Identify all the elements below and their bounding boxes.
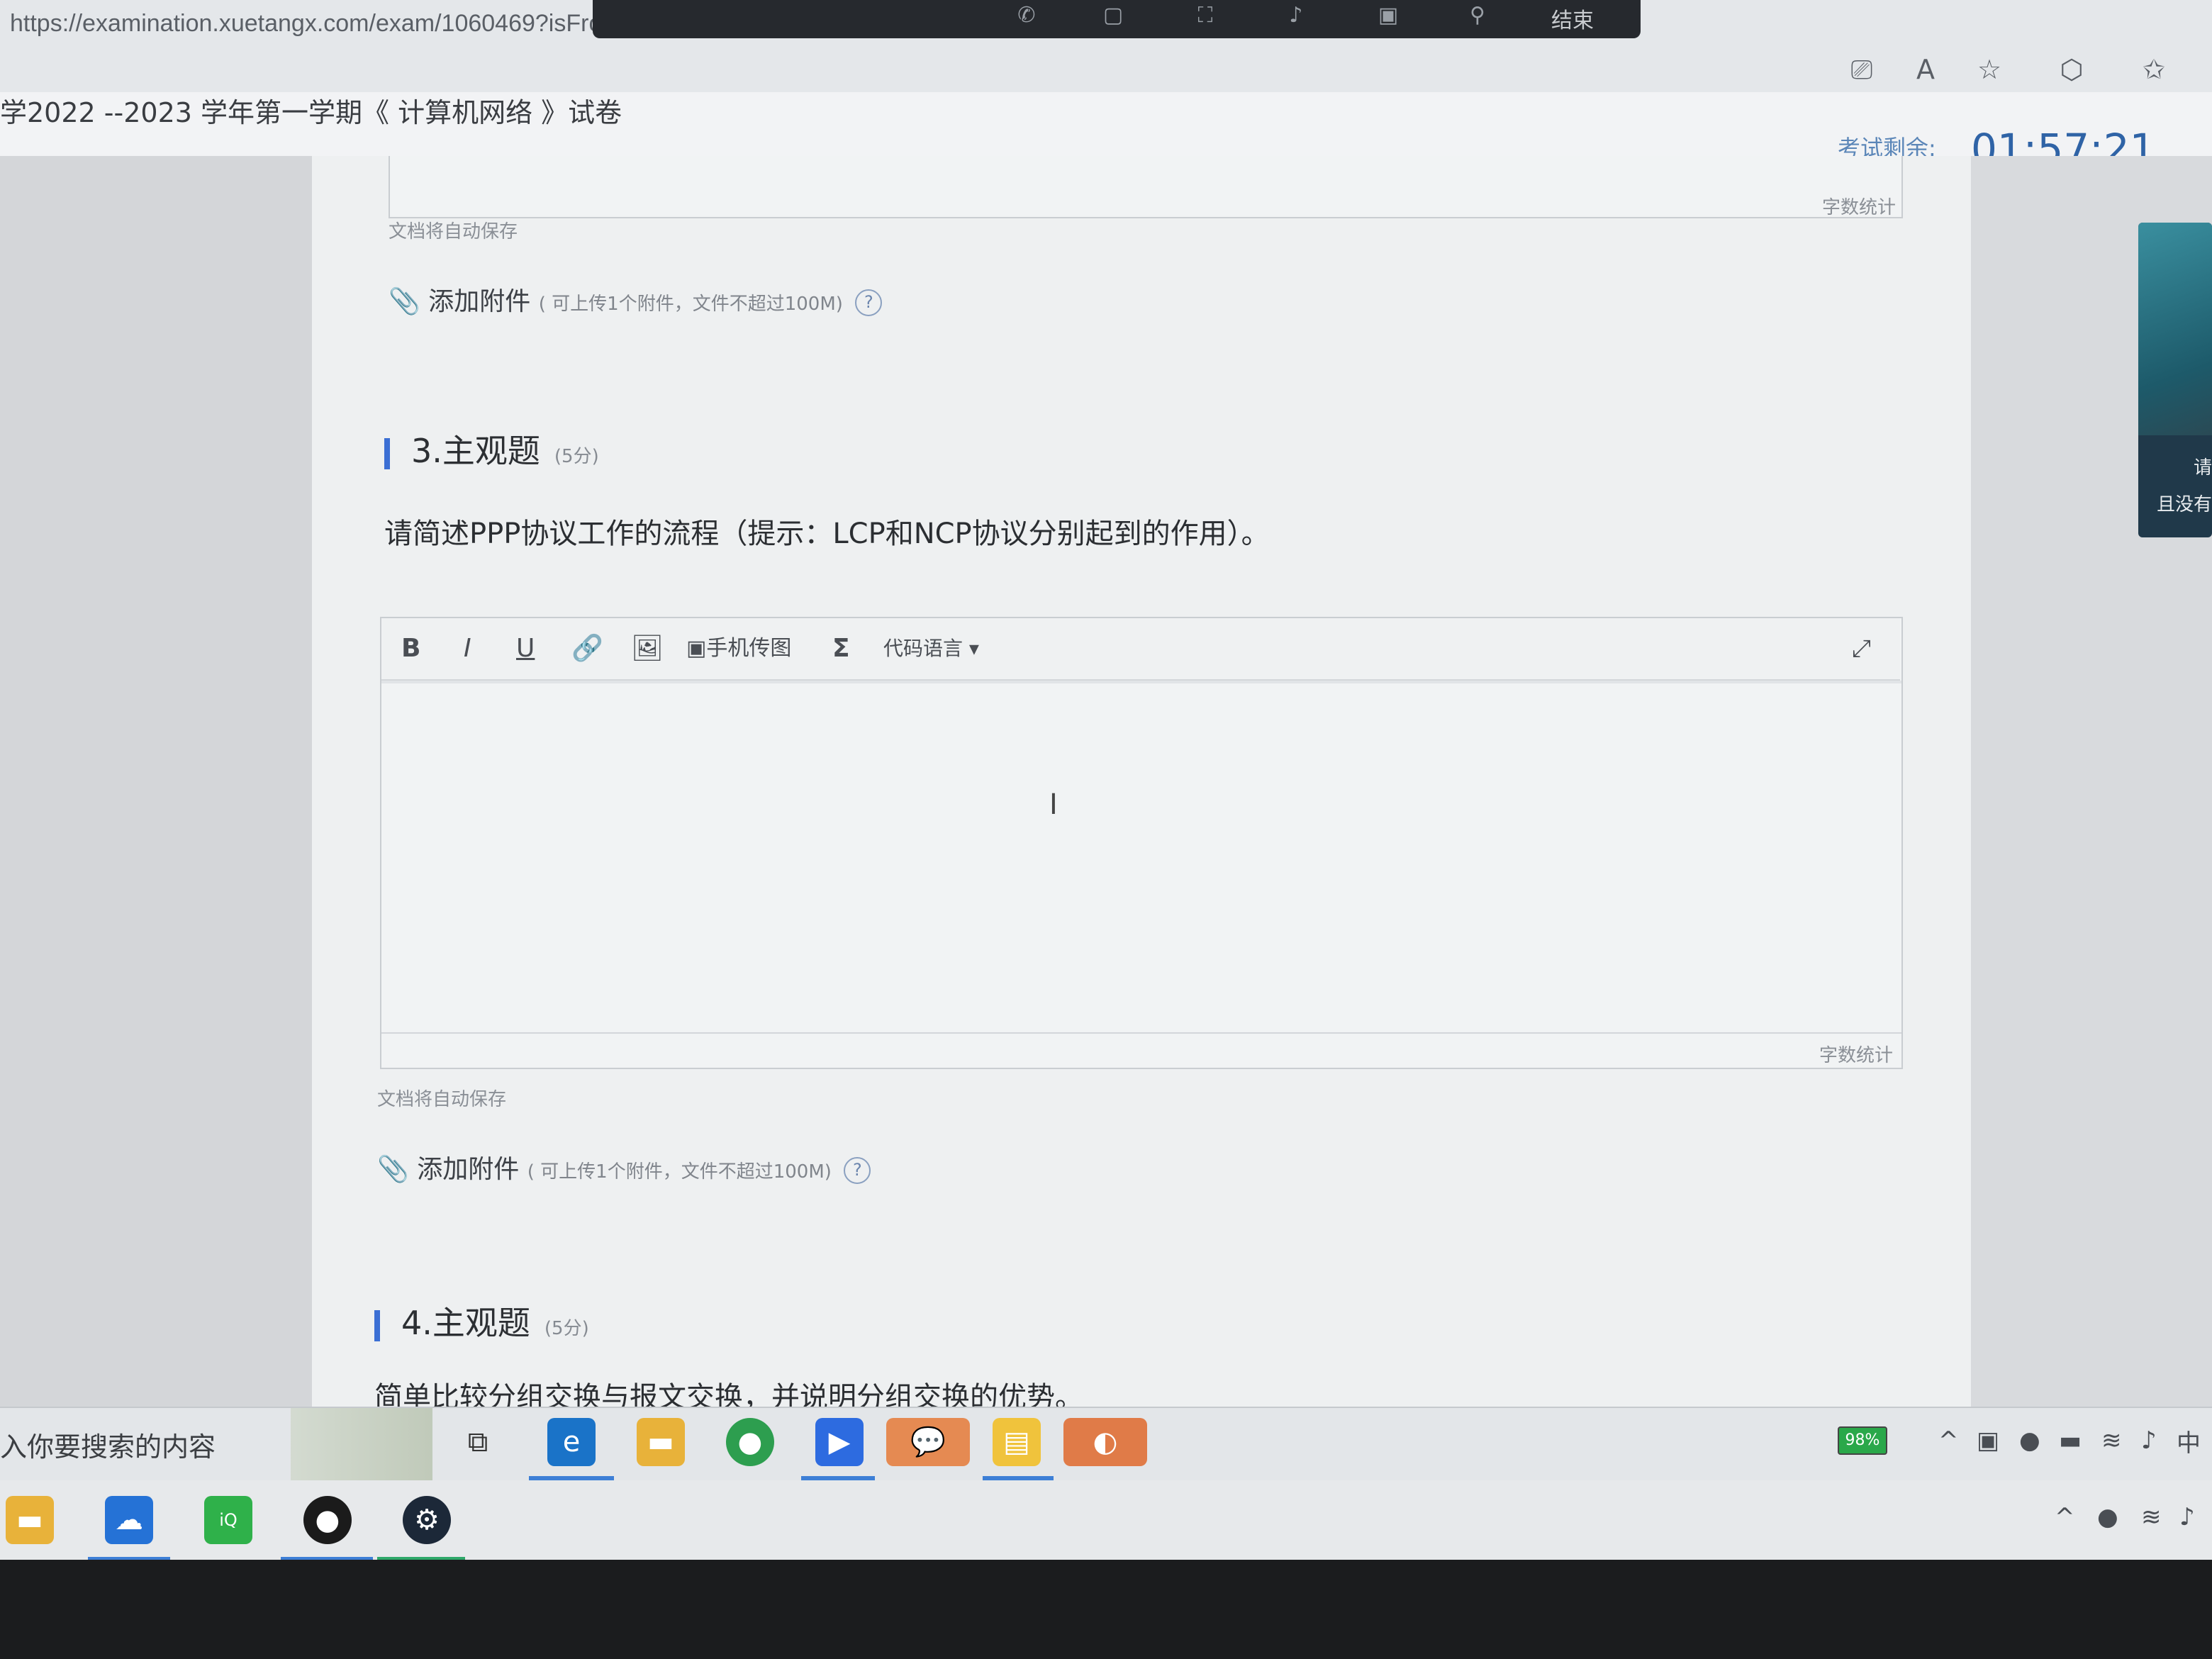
proctor-notice: 请 且没有 <box>2156 457 2212 515</box>
chevron-up-icon[interactable]: ^ <box>1938 1426 1959 1455</box>
autosave-note: 文档将自动保存 <box>389 221 518 242</box>
fullscreen-icon[interactable]: ⤢ <box>1852 618 1871 679</box>
volume-icon[interactable]: ♪ <box>2179 1503 2195 1531</box>
app-icon[interactable]: ◐ <box>1063 1418 1147 1466</box>
italic-button[interactable]: I <box>464 618 471 679</box>
wechat-icon[interactable]: 💬 <box>886 1418 970 1466</box>
file-explorer-icon[interactable]: ▬ <box>6 1496 54 1544</box>
favorite-add-icon[interactable]: ☆ <box>1971 51 2008 88</box>
edge-icon[interactable]: e <box>547 1418 596 1466</box>
camera-icon[interactable]: ⎚ <box>1843 51 1880 88</box>
add-attachment[interactable]: 📎 添加附件 ( 可上传1个附件，文件不超过100M) ? <box>377 1149 871 1185</box>
question-score: (5分) <box>554 446 599 467</box>
heading-bar <box>374 1309 380 1341</box>
question-score: (5分) <box>544 1318 589 1339</box>
network-icon[interactable]: ▣ <box>1977 1426 1999 1455</box>
left-panel <box>0 156 312 1411</box>
host-taskbar: ▬ ☁ iQ ● ⚙ ^ ● ≋ ♪ <box>0 1480 2212 1561</box>
help-icon[interactable]: ? <box>844 1157 871 1184</box>
read-aloud-icon[interactable]: A <box>1907 51 1944 88</box>
qq-icon[interactable]: ● <box>2097 1503 2118 1531</box>
paperclip-icon: 📎 <box>377 1155 409 1184</box>
add-attachment[interactable]: 📎 添加附件 ( 可上传1个附件，文件不超过100M) ? <box>389 281 883 318</box>
search-illustration <box>291 1408 432 1482</box>
end-button[interactable]: 结束 <box>1551 3 1594 34</box>
help-icon[interactable]: ? <box>855 289 883 316</box>
baidu-netdisk-icon[interactable]: ☁ <box>105 1496 153 1544</box>
file-explorer-icon[interactable]: ▬ <box>637 1418 685 1466</box>
question-3-editor[interactable]: 字数统计 I <box>380 617 1903 1069</box>
taskbar-search[interactable]: 入你要搜索的内容 <box>0 1425 216 1464</box>
notes-icon[interactable]: ▤ <box>993 1418 1041 1466</box>
phone-upload-button[interactable]: ▣手机传图 <box>686 618 791 679</box>
question-4-heading: 4.主观题 (5分) <box>374 1297 589 1344</box>
taskbar: 入你要搜索的内容 ⧉ e ▬ ● ▶ 💬 ▤ ◐ 98% ^ ▣ ● ▬ ≋ ♪… <box>0 1407 2212 1482</box>
text-cursor: I <box>1049 788 1058 821</box>
volume-icon[interactable]: ♪ <box>2141 1426 2157 1455</box>
word-count[interactable]: 字数统计 <box>1822 193 1896 219</box>
formula-button[interactable]: Σ <box>832 618 850 679</box>
camera-preview <box>2138 223 2212 435</box>
extensions-icon[interactable]: ⬡ <box>2053 51 2090 88</box>
prev-answer-editor[interactable]: 字数统计 <box>389 156 1903 218</box>
wifi-icon[interactable]: ≋ <box>2141 1503 2162 1531</box>
chrome-icon[interactable]: ● <box>726 1418 774 1466</box>
attach-label[interactable]: 添加附件 <box>417 1155 519 1184</box>
iqiyi-icon[interactable]: iQ <box>204 1496 252 1544</box>
phone-icon[interactable]: ✆ <box>1011 1 1042 33</box>
volume-icon[interactable]: ♪ <box>1280 1 1312 33</box>
link-icon[interactable]: 🔗 <box>571 618 603 679</box>
input-method[interactable]: 中 <box>2177 1424 2201 1458</box>
screenshot-icon[interactable]: ⛶ <box>1190 1 1221 33</box>
attach-hint: ( 可上传1个附件，文件不超过100M) <box>527 1161 832 1183</box>
question-3-text: 请简述PPP协议工作的流程（提示：LCP和NCP协议分别起到的作用）。 <box>384 518 1270 550</box>
word-count[interactable]: 字数统计 <box>1819 1041 1893 1067</box>
qq-icon[interactable]: ● <box>2019 1426 2040 1455</box>
floating-control-bar: ✆ ▢ ⛶ ♪ ▣ ⚲ 结束 <box>593 0 1641 38</box>
attach-label[interactable]: 添加附件 <box>428 287 530 316</box>
favorites-icon[interactable]: ✩ <box>2135 51 2172 88</box>
device-icon[interactable]: ▬ <box>2059 1426 2082 1455</box>
heading-bar <box>384 437 390 469</box>
task-view-icon[interactable]: ⧉ <box>454 1418 502 1466</box>
window-icon[interactable]: ▣ <box>1373 1 1404 33</box>
battery-indicator[interactable]: 98% <box>1838 1426 1887 1455</box>
bold-button[interactable]: B <box>401 618 420 679</box>
monitor-bezel <box>0 1560 2212 1659</box>
autosave-note: 文档将自动保存 <box>377 1089 507 1110</box>
attach-hint: ( 可上传1个附件，文件不超过100M) <box>538 294 843 315</box>
url-text[interactable]: https://examination.xuetangx.com/exam/10… <box>10 10 649 38</box>
editor-toolbar: B I U 🔗 🖼 ▣手机传图 Σ 代码语言 ▾ ⤢ <box>381 618 1900 681</box>
image-icon[interactable]: 🖼 <box>631 618 664 679</box>
code-language-dropdown[interactable]: 代码语言 ▾ <box>883 618 979 679</box>
proctor-video: 请 且没有 <box>2138 223 2212 537</box>
underline-button[interactable]: U <box>516 618 535 679</box>
paperclip-icon: 📎 <box>389 287 420 316</box>
screen-icon[interactable]: ▢ <box>1097 1 1129 33</box>
pin-icon[interactable]: ⚲ <box>1462 1 1493 33</box>
exam-title: 学2022 --2023 学年第一学期《 计算机网络 》试卷 <box>0 97 622 128</box>
chevron-up-icon[interactable]: ^ <box>2055 1503 2075 1531</box>
wifi-icon[interactable]: ≋ <box>2101 1426 2122 1455</box>
steam-icon[interactable]: ⚙ <box>403 1496 451 1544</box>
app-icon[interactable]: ● <box>303 1496 352 1544</box>
question-3-heading: 3.主观题 (5分) <box>384 425 599 472</box>
player-icon[interactable]: ▶ <box>815 1418 864 1466</box>
